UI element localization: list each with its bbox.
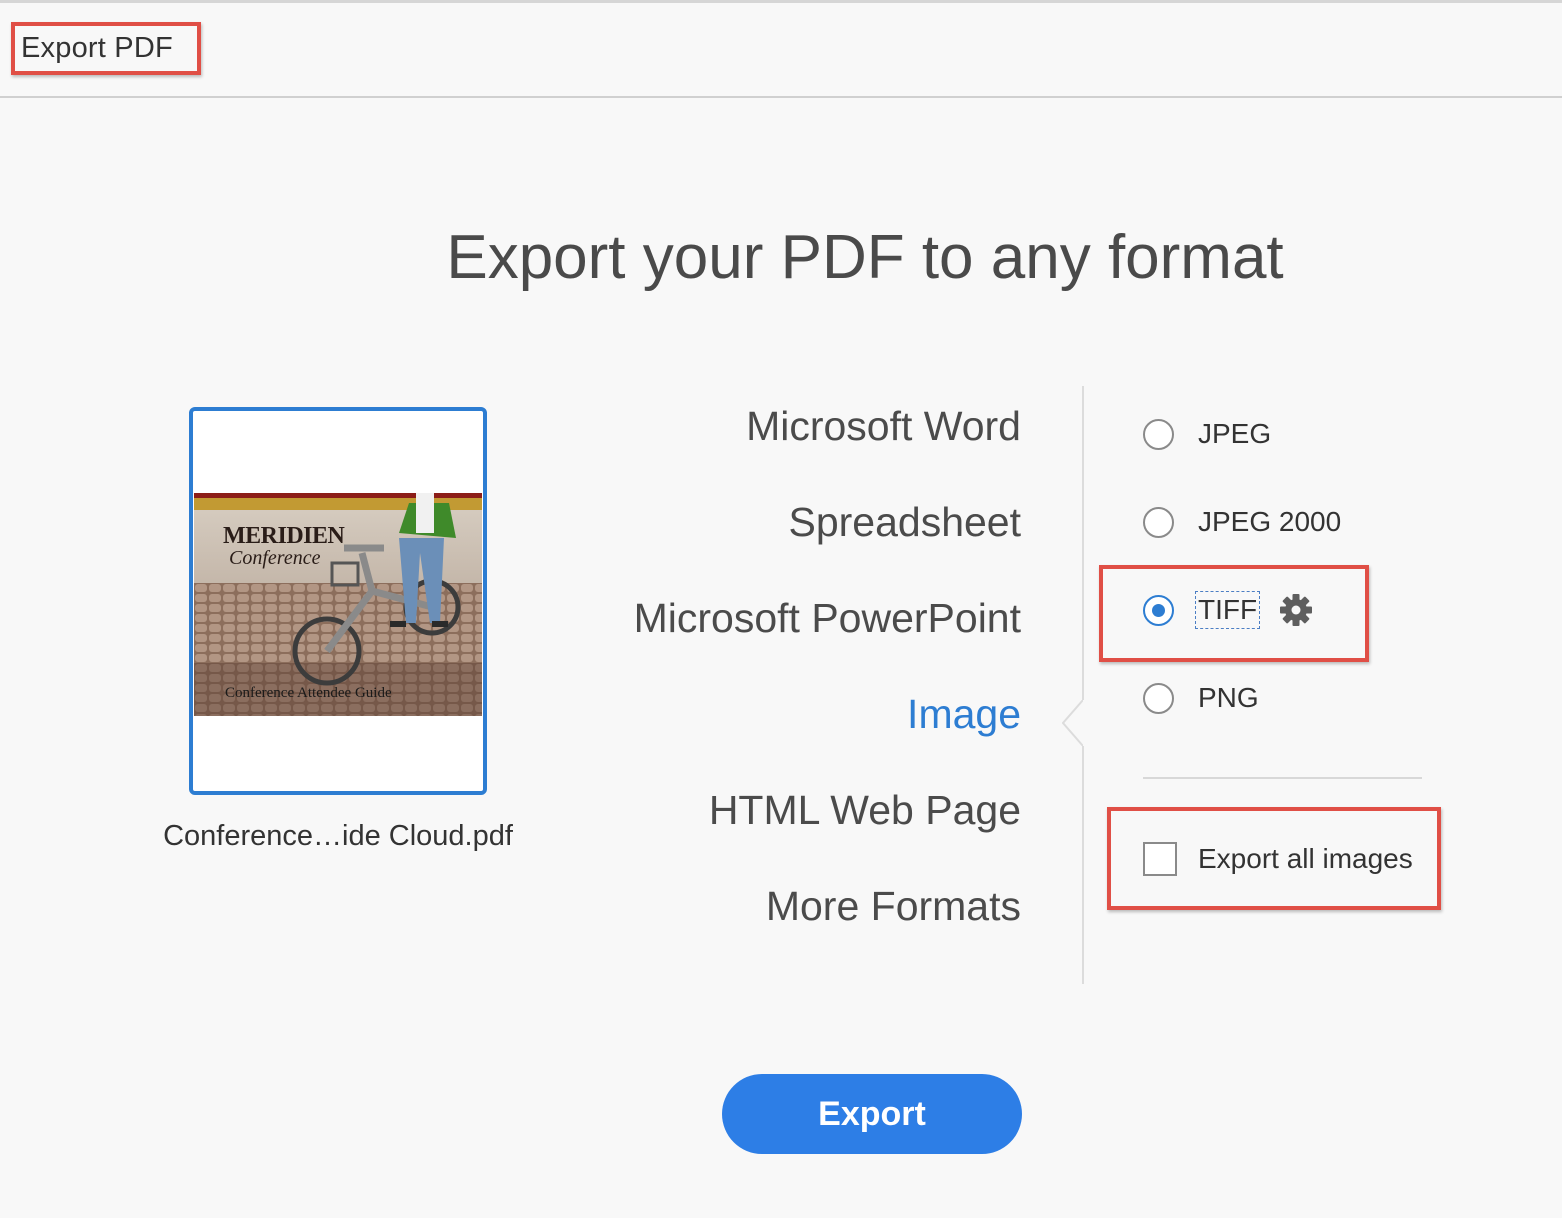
radio-png[interactable] xyxy=(1143,682,1174,714)
radio-jpeg[interactable] xyxy=(1143,418,1174,450)
option-label: JPEG xyxy=(1198,418,1272,449)
tiff-highlight xyxy=(1099,565,1369,662)
selection-pointer xyxy=(1062,700,1086,746)
format-image[interactable]: Image xyxy=(907,691,1021,738)
cover-subtitle: Conference xyxy=(229,547,321,569)
header-divider xyxy=(0,96,1562,98)
option-jpeg-2000[interactable]: JPEG 2000 xyxy=(1143,502,1341,542)
cover-brand: MERIDIEN xyxy=(223,523,345,549)
option-png[interactable]: PNG xyxy=(1143,678,1259,718)
format-microsoft-word[interactable]: Microsoft Word xyxy=(746,403,1021,450)
radio-jpeg-2000[interactable] xyxy=(1143,506,1174,538)
export-all-images-highlight xyxy=(1107,807,1441,910)
panel-divider xyxy=(1082,386,1084,984)
export-button[interactable]: Export xyxy=(722,1074,1022,1154)
document-thumbnail[interactable]: MERIDIEN Conference Conference Attendee … xyxy=(189,407,487,795)
format-spreadsheet[interactable]: Spreadsheet xyxy=(788,499,1021,546)
export-pdf-window: Export PDF Export your PDF to any format xyxy=(0,0,1562,1218)
options-divider xyxy=(1143,777,1422,779)
page-heading: Export your PDF to any format xyxy=(446,223,1284,292)
cover-caption: Conference Attendee Guide xyxy=(225,685,392,701)
format-more-formats[interactable]: More Formats xyxy=(766,883,1021,930)
option-label: JPEG 2000 xyxy=(1198,506,1342,537)
format-microsoft-powerpoint[interactable]: Microsoft PowerPoint xyxy=(634,595,1021,642)
tool-title: Export PDF xyxy=(21,32,173,64)
top-border xyxy=(0,0,1562,3)
file-name: Conference…ide Cloud.pdf xyxy=(163,820,513,852)
format-html-web-page[interactable]: HTML Web Page xyxy=(709,787,1021,834)
option-label: PNG xyxy=(1198,682,1259,713)
option-jpeg[interactable]: JPEG xyxy=(1143,414,1271,454)
tool-title-highlight: Export PDF xyxy=(11,22,201,75)
